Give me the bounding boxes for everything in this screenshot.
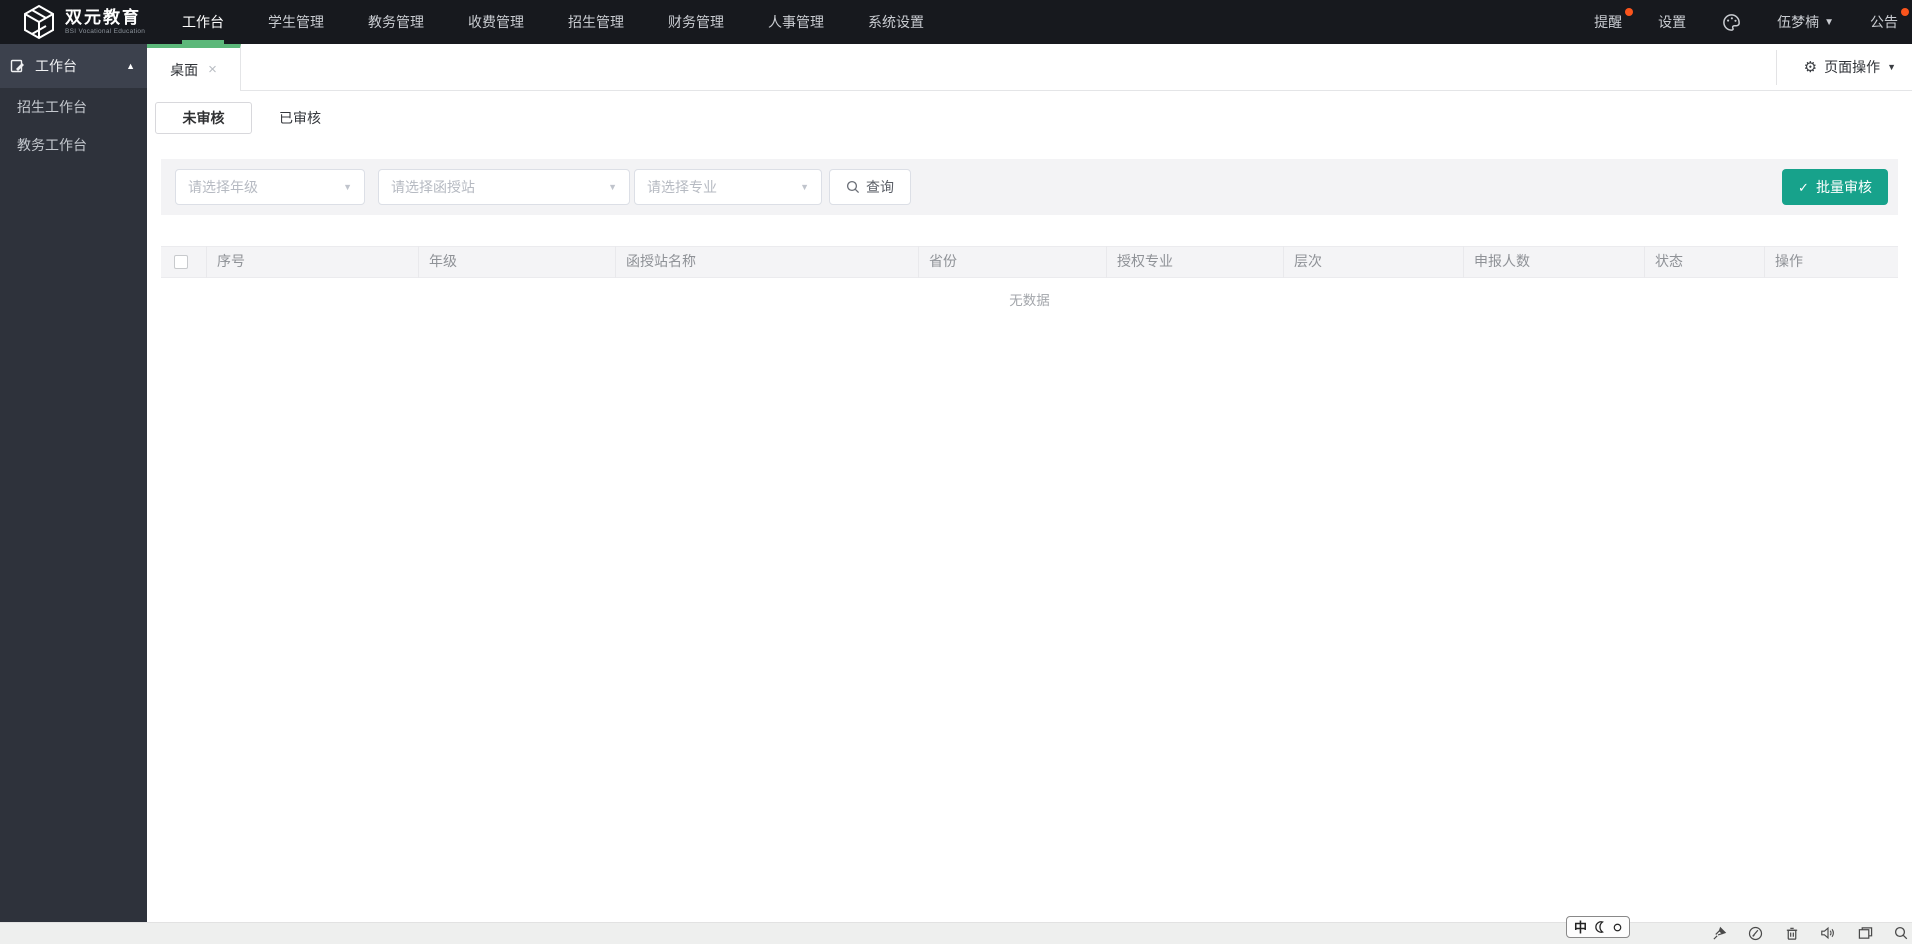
nav-item-finance[interactable]: 财务管理 bbox=[668, 0, 724, 44]
sidebar-item-admissions-workbench[interactable]: 招生工作台 bbox=[0, 88, 147, 126]
check-icon: ✓ bbox=[1798, 179, 1809, 195]
nav-item-workbench[interactable]: 工作台 bbox=[182, 0, 224, 44]
gear-icon: ⚙ bbox=[1803, 58, 1818, 76]
main-content: 桌面 × ⚙ 页面操作 ▼ 未审核 已审核 请选择年级 ▼ 请选择函授站 ▼ 请… bbox=[147, 44, 1912, 922]
batch-review-button[interactable]: ✓ 批量审核 bbox=[1782, 169, 1888, 205]
workbench-icon bbox=[10, 59, 24, 73]
user-name: 伍梦楠 bbox=[1777, 14, 1820, 30]
sidebar: 工作台 ▲ 招生工作台 教务工作台 bbox=[0, 44, 147, 922]
review-table: 序号 年级 函授站名称 省份 授权专业 层次 申报人数 状态 操作 无数据 bbox=[161, 246, 1898, 320]
pin-icon[interactable] bbox=[1712, 926, 1727, 941]
notification-dot bbox=[1625, 8, 1634, 16]
search-icon bbox=[846, 180, 860, 194]
column-header-grade: 年级 bbox=[419, 246, 616, 278]
top-navigation-bar: 双元教育 BSI Vocational Education 工作台 学生管理 教… bbox=[0, 0, 1912, 44]
column-header-province: 省份 bbox=[919, 246, 1107, 278]
chevron-down-icon: ▼ bbox=[608, 182, 617, 192]
search-button[interactable]: 查询 bbox=[829, 169, 911, 205]
ime-moon-icon[interactable] bbox=[1594, 921, 1606, 933]
batch-review-label: 批量审核 bbox=[1815, 179, 1872, 195]
speaker-icon[interactable] bbox=[1820, 926, 1836, 940]
filter-toolbar: 请选择年级 ▼ 请选择函授站 ▼ 请选择专业 ▼ 查询 ✓ 批量审核 bbox=[161, 159, 1898, 215]
station-select-placeholder: 请选择函授站 bbox=[391, 179, 475, 195]
brand-logo: 双元教育 BSI Vocational Education bbox=[0, 4, 178, 40]
table-header-checkbox-cell bbox=[161, 246, 207, 278]
column-header-major: 授权专业 bbox=[1107, 246, 1284, 278]
column-header-station: 函授站名称 bbox=[616, 246, 919, 278]
theme-palette-icon[interactable] bbox=[1722, 13, 1741, 32]
ime-circle-icon[interactable] bbox=[1613, 923, 1622, 932]
pen-icon[interactable] bbox=[1748, 926, 1763, 941]
chevron-down-icon: ▼ bbox=[800, 182, 809, 192]
tab-strip: 桌面 × ⚙ 页面操作 ▼ bbox=[147, 44, 1912, 91]
notification-dot bbox=[1901, 8, 1909, 16]
column-header-seq: 序号 bbox=[207, 246, 419, 278]
page-operations-button[interactable]: ⚙ 页面操作 ▼ bbox=[1804, 44, 1896, 90]
column-header-level: 层次 bbox=[1284, 246, 1464, 278]
page-operations-label: 页面操作 bbox=[1824, 59, 1881, 75]
search-button-label: 查询 bbox=[866, 179, 894, 195]
tab-desktop-label: 桌面 bbox=[170, 61, 199, 78]
nav-right-cluster: 提醒 设置 伍梦楠 ▼ 公告 bbox=[1594, 8, 1912, 32]
divider bbox=[1776, 50, 1777, 85]
nav-item-system-settings[interactable]: 系统设置 bbox=[868, 0, 924, 44]
trash-icon[interactable] bbox=[1785, 926, 1799, 941]
sidebar-item-academic-workbench[interactable]: 教务工作台 bbox=[0, 126, 147, 164]
table-empty-state: 无数据 bbox=[1009, 293, 1050, 308]
subtab-reviewed[interactable]: 已审核 bbox=[279, 108, 321, 128]
column-header-actions: 操作 bbox=[1775, 253, 1803, 269]
review-subtabs: 未审核 已审核 bbox=[155, 102, 1912, 134]
chevron-down-icon: ▼ bbox=[1887, 62, 1896, 72]
main-menu: 工作台 学生管理 教务管理 收费管理 招生管理 财务管理 人事管理 系统设置 bbox=[182, 0, 968, 44]
brand-subtitle: BSI Vocational Education bbox=[65, 28, 146, 36]
reminder-label: 提醒 bbox=[1594, 14, 1623, 30]
search-icon[interactable] bbox=[1894, 926, 1908, 940]
major-select[interactable]: 请选择专业 ▼ bbox=[634, 169, 822, 205]
station-select[interactable]: 请选择函授站 ▼ bbox=[378, 169, 630, 205]
chevron-down-icon: ▼ bbox=[1824, 16, 1834, 28]
reminder-link[interactable]: 提醒 bbox=[1594, 8, 1634, 32]
window-icon[interactable] bbox=[1858, 926, 1873, 940]
settings-link[interactable]: 设置 bbox=[1658, 12, 1686, 32]
sidebar-group-label: 工作台 bbox=[35, 58, 77, 74]
sidebar-group-workbench[interactable]: 工作台 ▲ bbox=[0, 44, 147, 88]
column-header-applicants: 申报人数 bbox=[1464, 246, 1645, 278]
table-header-row: 序号 年级 函授站名称 省份 授权专业 层次 申报人数 状态 操作 bbox=[161, 246, 1898, 278]
nav-item-students[interactable]: 学生管理 bbox=[268, 0, 324, 44]
close-icon[interactable]: × bbox=[208, 62, 217, 77]
major-select-placeholder: 请选择专业 bbox=[647, 179, 717, 195]
brand-name: 双元教育 bbox=[65, 7, 141, 27]
tab-desktop[interactable]: 桌面 × bbox=[147, 44, 241, 91]
grade-select-placeholder: 请选择年级 bbox=[188, 179, 258, 195]
nav-item-hr[interactable]: 人事管理 bbox=[768, 0, 824, 44]
brand-text: 双元教育 BSI Vocational Education bbox=[65, 7, 146, 36]
brand-logo-icon bbox=[24, 4, 54, 40]
ime-language-label: 中 bbox=[1573, 919, 1587, 935]
user-menu[interactable]: 伍梦楠 ▼ bbox=[1777, 12, 1834, 32]
nav-item-fees[interactable]: 收费管理 bbox=[468, 0, 524, 44]
column-header-status: 状态 bbox=[1645, 246, 1765, 278]
nav-item-admissions[interactable]: 招生管理 bbox=[568, 0, 624, 44]
announcement-label: 公告 bbox=[1870, 14, 1898, 30]
announcement-link[interactable]: 公告 bbox=[1870, 8, 1909, 32]
nav-item-academic[interactable]: 教务管理 bbox=[368, 0, 424, 44]
chevron-up-icon: ▲ bbox=[126, 61, 135, 71]
ime-indicator[interactable]: 中 bbox=[1566, 916, 1630, 938]
chevron-down-icon: ▼ bbox=[343, 182, 352, 192]
grade-select[interactable]: 请选择年级 ▼ bbox=[175, 169, 365, 205]
select-all-checkbox[interactable] bbox=[174, 255, 188, 269]
subtab-unreviewed[interactable]: 未审核 bbox=[155, 102, 252, 134]
system-tray bbox=[1712, 922, 1908, 944]
